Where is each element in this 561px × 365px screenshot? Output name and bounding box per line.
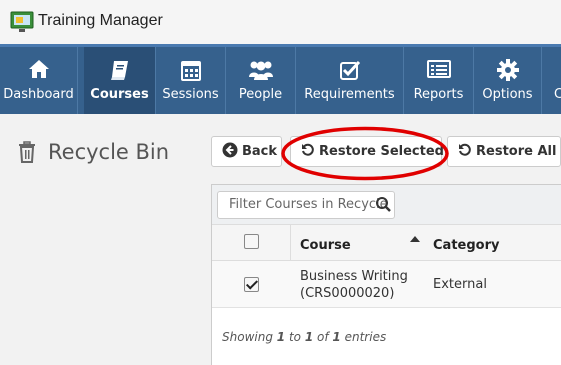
- info-from: 1: [276, 330, 286, 344]
- app-logo-icon: [10, 11, 36, 33]
- nav-item-sessions[interactable]: Sessions: [156, 47, 226, 114]
- nav-label-reports: Reports: [413, 87, 464, 102]
- nav-item-reports[interactable]: Reports: [404, 47, 474, 114]
- recycle-bin-table-panel: Filter Courses in Recycle Course Categor…: [211, 184, 561, 365]
- table-row[interactable]: Business Writing (CRS0000020) External: [212, 261, 561, 308]
- info-to: 1: [304, 330, 314, 344]
- nav-label-people: People: [238, 87, 283, 102]
- nav-item-dashboard[interactable]: Dashboard: [0, 47, 78, 114]
- nav-item-options[interactable]: Options: [474, 47, 542, 114]
- book-icon: [84, 59, 155, 81]
- select-all-checkbox[interactable]: [244, 234, 259, 249]
- back-button-label: Back: [242, 144, 278, 159]
- nav-label-options: Options: [482, 87, 533, 102]
- restore-all-label: Restore All: [476, 144, 557, 159]
- home-icon: [0, 59, 77, 81]
- nav-item-people[interactable]: People: [226, 47, 296, 114]
- info-of-word: of: [317, 330, 329, 344]
- table-info: Showing 1 to 1 of 1 entries: [222, 330, 386, 344]
- filter-input[interactable]: Filter Courses in Recycle: [217, 191, 395, 219]
- restore-all-icon: [458, 143, 476, 161]
- course-cell: Business Writing (CRS0000020): [300, 268, 408, 302]
- nav-label-courses: Courses: [90, 87, 149, 102]
- row-checkbox[interactable]: [244, 277, 259, 292]
- nav-label-requirements: Requirements: [304, 87, 395, 102]
- nav-label-dashboard: Dashboard: [3, 87, 74, 102]
- course-name: Business Writing: [300, 269, 408, 284]
- nav-label-truncated: C: [554, 87, 561, 102]
- column-divider: [290, 225, 291, 261]
- calendar-icon: [156, 59, 225, 81]
- course-code: (CRS0000020): [300, 286, 395, 301]
- nav-item-truncated[interactable]: C: [542, 47, 561, 114]
- info-total: 1: [332, 330, 341, 344]
- checkbox-icon: [296, 59, 403, 81]
- column-header-category[interactable]: Category: [433, 238, 499, 253]
- category-cell: External: [433, 277, 487, 292]
- page-title: Recycle Bin: [48, 140, 170, 164]
- trash-icon: [17, 141, 37, 167]
- back-button[interactable]: Back: [211, 136, 282, 167]
- report-icon: [404, 59, 473, 81]
- nav-label-sessions: Sessions: [162, 87, 219, 102]
- restore-all-button[interactable]: Restore All: [447, 136, 561, 167]
- app-title: Training Manager: [38, 12, 163, 29]
- table-header: Course Category: [212, 225, 561, 261]
- back-arrow-icon: [222, 142, 242, 162]
- nav-item-requirements[interactable]: Requirements: [296, 47, 404, 114]
- sort-ascending-icon[interactable]: [410, 236, 420, 242]
- column-header-course[interactable]: Course: [300, 238, 351, 253]
- search-icon[interactable]: [373, 191, 395, 223]
- info-to-word: to: [288, 330, 301, 344]
- info-showing: Showing: [222, 330, 273, 344]
- nav-item-courses[interactable]: Courses: [84, 47, 156, 114]
- info-entries: entries: [344, 330, 387, 344]
- title-bar: Training Manager: [0, 0, 561, 44]
- people-icon: [226, 59, 295, 81]
- highlight-annotation: [281, 126, 449, 181]
- gear-icon: [474, 59, 541, 81]
- filter-bar: Filter Courses in Recycle: [212, 185, 561, 225]
- main-nav: Dashboard Courses Sessions People Requir…: [0, 44, 561, 114]
